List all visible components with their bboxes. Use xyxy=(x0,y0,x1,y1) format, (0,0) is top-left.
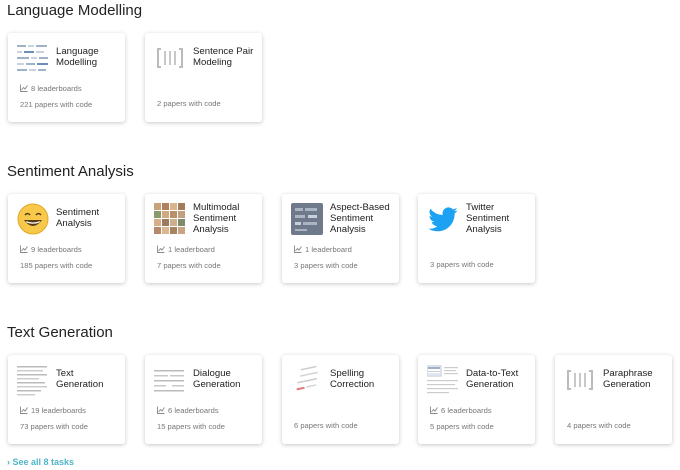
dialogue-icon xyxy=(154,370,184,392)
papers-count: 15 papers with code xyxy=(157,422,225,431)
token-sequence-icon xyxy=(17,45,48,71)
diagram-icon xyxy=(291,203,323,235)
bracket-icon xyxy=(157,48,183,68)
spelling-icon xyxy=(296,365,318,391)
chart-line-icon xyxy=(294,245,302,253)
papers-count: 3 papers with code xyxy=(430,260,494,269)
task-card-data-to-text-generation[interactable]: Data-to-Text Generation 6 leaderboards 5… xyxy=(418,355,535,444)
chart-line-icon xyxy=(430,406,438,414)
task-card-dialogue-generation[interactable]: Dialogue Generation 6 leaderboards 15 pa… xyxy=(145,355,262,444)
task-card-sentence-pair-modeling[interactable]: Sentence Pair Modeling 2 papers with cod… xyxy=(145,33,262,122)
papers-count: 7 papers with code xyxy=(157,261,221,270)
leaderboards-count: 9 leaderboards xyxy=(20,245,82,255)
papers-count: 221 papers with code xyxy=(20,100,93,109)
leaderboards-label: 8 leaderboards xyxy=(31,84,82,93)
task-card-paraphrase-generation[interactable]: Paraphrase Generation 4 papers with code xyxy=(555,355,672,444)
table-icon xyxy=(427,365,458,394)
chart-line-icon xyxy=(20,406,28,414)
leaderboards-count: 1 leaderboard xyxy=(294,245,352,255)
chevron-right-icon: › xyxy=(7,457,10,467)
papers-count: 5 papers with code xyxy=(430,422,494,431)
leaderboards-count: 6 leaderboards xyxy=(157,406,219,416)
papers-count: 4 papers with code xyxy=(567,421,631,430)
leaderboards-count: 19 leaderboards xyxy=(20,406,86,416)
leaderboards-count: 8 leaderboards xyxy=(20,84,82,94)
chart-line-icon xyxy=(20,245,28,253)
papers-count: 73 papers with code xyxy=(20,422,88,431)
chart-line-icon xyxy=(157,245,165,253)
leaderboards-label: 9 leaderboards xyxy=(31,245,82,254)
bracket-icon xyxy=(567,370,593,390)
papers-count: 185 papers with code xyxy=(20,261,93,270)
task-card-twitter-sentiment-analysis[interactable]: Twitter Sentiment Analysis 3 papers with… xyxy=(418,194,535,283)
card-title: Spelling Correction xyxy=(330,368,375,390)
papers-count: 6 papers with code xyxy=(294,421,358,430)
card-title: Multimodal Sentiment Analysis xyxy=(193,202,240,235)
card-title: Dialogue Generation xyxy=(193,368,241,390)
see-all-label: See all 8 tasks xyxy=(12,457,75,467)
card-title: Paraphrase Generation xyxy=(603,368,653,390)
task-card-language-modelling[interactable]: Language Modelling 8 leaderboards 221 pa… xyxy=(8,33,125,122)
card-title: Sentiment Analysis xyxy=(56,207,100,229)
leaderboards-label: 6 leaderboards xyxy=(441,406,492,415)
card-title: Twitter Sentiment Analysis xyxy=(466,202,510,235)
card-title: Aspect-Based Sentiment Analysis xyxy=(330,202,390,235)
face-grid-icon xyxy=(154,203,185,234)
card-title: Sentence Pair Modeling xyxy=(193,46,254,68)
leaderboards-label: 1 leaderboard xyxy=(305,245,352,254)
papers-count: 2 papers with code xyxy=(157,99,221,108)
card-title: Data-to-Text Generation xyxy=(466,368,519,390)
see-all-tasks-link[interactable]: › See all 8 tasks xyxy=(7,457,74,467)
smiley-icon xyxy=(17,203,49,235)
task-card-aspect-based-sentiment-analysis[interactable]: Aspect-Based Sentiment Analysis 1 leader… xyxy=(282,194,399,283)
leaderboards-count: 6 leaderboards xyxy=(430,406,492,416)
document-icon xyxy=(17,366,47,396)
card-title: Text Generation xyxy=(56,368,104,390)
leaderboards-label: 1 leaderboard xyxy=(168,245,215,254)
task-card-multimodal-sentiment-analysis[interactable]: Multimodal Sentiment Analysis 1 leaderbo… xyxy=(145,194,262,283)
task-card-spelling-correction[interactable]: Spelling Correction 6 papers with code xyxy=(282,355,399,444)
leaderboards-label: 19 leaderboards xyxy=(31,406,86,415)
task-card-sentiment-analysis[interactable]: Sentiment Analysis 9 leaderboards 185 pa… xyxy=(8,194,125,283)
leaderboards-count: 1 leaderboard xyxy=(157,245,215,255)
section-title-language-modelling: Language Modelling xyxy=(7,2,143,19)
papers-count: 3 papers with code xyxy=(294,261,358,270)
leaderboards-label: 6 leaderboards xyxy=(168,406,219,415)
section-title-text-generation: Text Generation xyxy=(7,324,113,341)
chart-line-icon xyxy=(20,84,28,92)
twitter-bird-icon xyxy=(428,207,458,232)
chart-line-icon xyxy=(157,406,165,414)
section-title-sentiment-analysis: Sentiment Analysis xyxy=(7,163,134,180)
card-title: Language Modelling xyxy=(56,46,99,68)
task-card-text-generation[interactable]: Text Generation 19 leaderboards 73 paper… xyxy=(8,355,125,444)
